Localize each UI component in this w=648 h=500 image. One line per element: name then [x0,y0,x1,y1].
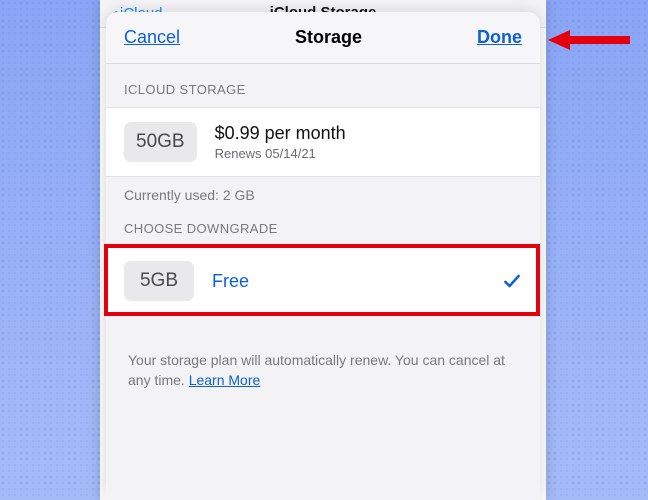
checkmark-icon [502,271,522,291]
done-button[interactable]: Done [477,27,522,48]
downgrade-size-badge: 5GB [124,261,194,301]
modal-sheet: Cancel Storage Done ICLOUD STORAGE 50GB … [106,12,540,500]
section-header-downgrade: CHOOSE DOWNGRADE [106,203,540,246]
footer-text: Your storage plan will automatically ren… [128,352,505,388]
plan-renewal: Renews 05/14/21 [215,146,522,161]
plan-price: $0.99 per month [215,123,522,144]
device-frame: ‹ iCloud iCloud Storage Cancel Storage D… [100,0,546,500]
cancel-button[interactable]: Cancel [124,27,180,48]
current-plan-cell: 50GB $0.99 per month Renews 05/14/21 [106,107,540,177]
plan-size-badge: 50GB [124,122,197,162]
usage-text: Currently used: 2 GB [106,177,540,203]
nav-bar: Cancel Storage Done [106,12,540,64]
downgrade-option[interactable]: 5GB Free [106,246,540,316]
section-header-current: ICLOUD STORAGE [106,64,540,107]
downgrade-label: Free [212,271,502,292]
learn-more-link[interactable]: Learn More [189,372,261,388]
footer-note: Your storage plan will automatically ren… [106,316,540,409]
modal-title: Storage [295,27,362,48]
